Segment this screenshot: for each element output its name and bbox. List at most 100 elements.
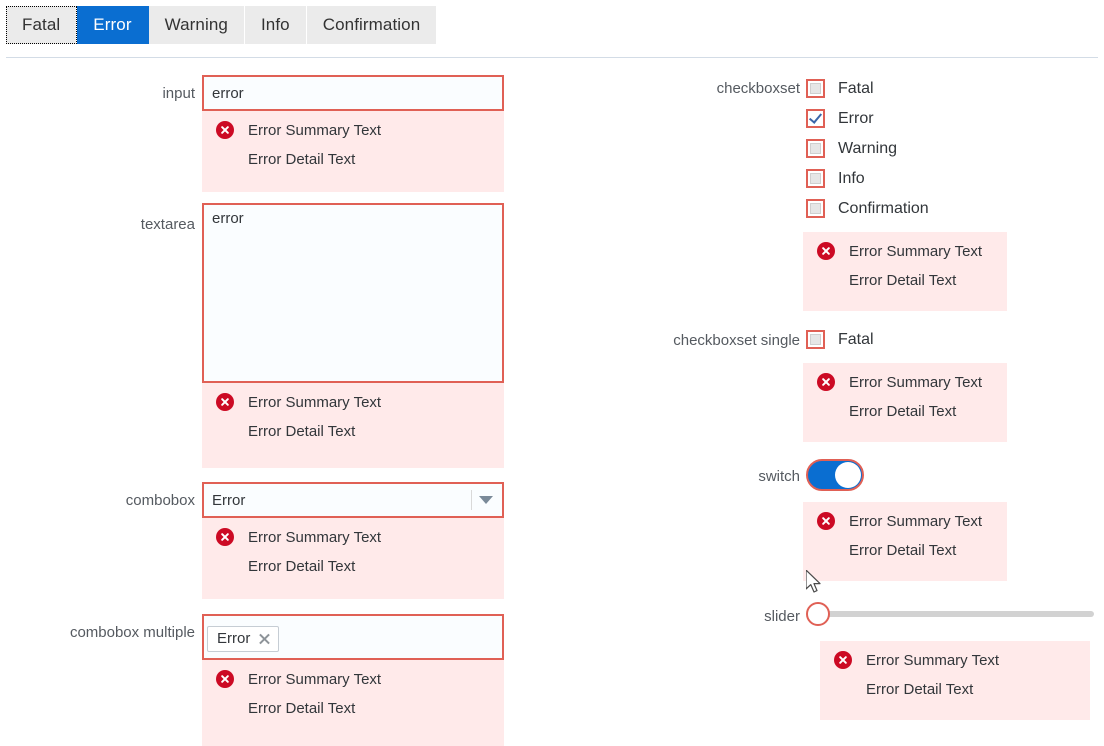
- error-summary-row: Error Summary Text: [803, 242, 1007, 260]
- checkbox-icon[interactable]: [806, 79, 825, 98]
- error-summary-text: Error Summary Text: [248, 394, 381, 411]
- error-detail-row: Error Detail Text: [202, 423, 504, 440]
- input-label: input: [60, 85, 195, 102]
- checkbox-error[interactable]: Error: [806, 109, 874, 128]
- tab-warning-label: Warning: [165, 15, 228, 35]
- checkbox-icon[interactable]: [806, 139, 825, 158]
- error-circle-icon: [834, 651, 852, 669]
- error-circle-icon: [216, 528, 234, 546]
- error-summary-text: Error Summary Text: [248, 122, 381, 139]
- tab-confirmation-label: Confirmation: [323, 15, 421, 35]
- tab-error-label: Error: [93, 15, 131, 35]
- checkbox-icon[interactable]: [806, 109, 825, 128]
- tab-bar: Fatal Error Warning Info Confirmation: [6, 6, 436, 44]
- combobox-separator: [471, 490, 472, 510]
- checkbox-warning[interactable]: Warning: [806, 139, 897, 158]
- error-summary-row: Error Summary Text: [202, 670, 504, 688]
- checkboxset-error-message: Error Summary Text Error Detail Text: [803, 232, 1007, 311]
- combobox-multiple-error-message: Error Summary Text Error Detail Text: [202, 660, 504, 746]
- error-detail-text: Error Detail Text: [248, 423, 355, 440]
- error-summary-row: Error Summary Text: [803, 512, 1007, 530]
- tab-fatal[interactable]: Fatal: [6, 6, 77, 44]
- switch-error-message: Error Summary Text Error Detail Text: [803, 502, 1007, 581]
- error-detail-row: Error Detail Text: [202, 151, 504, 168]
- tab-error[interactable]: Error: [77, 6, 148, 44]
- error-detail-text: Error Detail Text: [248, 558, 355, 575]
- error-detail-text: Error Detail Text: [248, 700, 355, 717]
- textarea-label: textarea: [60, 216, 195, 233]
- checkbox-label: Info: [838, 170, 865, 188]
- error-detail-text: Error Detail Text: [849, 542, 956, 559]
- checkbox-fatal[interactable]: Fatal: [806, 79, 874, 98]
- tab-fatal-label: Fatal: [22, 15, 60, 35]
- checkbox-confirmation[interactable]: Confirmation: [806, 199, 929, 218]
- error-circle-icon: [216, 670, 234, 688]
- slider-error-message: Error Summary Text Error Detail Text: [820, 641, 1090, 720]
- checkbox-icon[interactable]: [806, 169, 825, 188]
- checkbox-label: Fatal: [838, 80, 874, 98]
- switch-label: switch: [620, 468, 800, 485]
- error-detail-row: Error Detail Text: [820, 681, 1090, 698]
- combobox-error-message: Error Summary Text Error Detail Text: [202, 518, 504, 599]
- error-detail-text: Error Detail Text: [849, 403, 956, 420]
- checkbox-label: Fatal: [838, 331, 874, 349]
- error-circle-icon: [216, 121, 234, 139]
- switch-toggle[interactable]: [806, 459, 864, 491]
- error-summary-row: Error Summary Text: [820, 651, 1090, 669]
- error-summary-text: Error Summary Text: [248, 529, 381, 546]
- slider-handle[interactable]: [806, 602, 830, 626]
- checkboxset-single-error-message: Error Summary Text Error Detail Text: [803, 363, 1007, 442]
- checkbox-icon[interactable]: [806, 199, 825, 218]
- error-detail-text: Error Detail Text: [248, 151, 355, 168]
- combobox-multiple[interactable]: Error: [202, 614, 504, 660]
- token-error[interactable]: Error: [207, 626, 279, 652]
- textarea-field[interactable]: [202, 203, 504, 383]
- tab-info-label: Info: [261, 15, 290, 35]
- input-field[interactable]: [202, 75, 504, 111]
- tab-warning[interactable]: Warning: [149, 6, 245, 44]
- error-summary-row: Error Summary Text: [202, 393, 504, 411]
- error-circle-icon: [817, 373, 835, 391]
- checkbox-icon[interactable]: [806, 330, 825, 349]
- combobox-multiple-label: combobox multiple: [20, 624, 195, 641]
- combobox-label: combobox: [40, 492, 195, 509]
- tab-info[interactable]: Info: [245, 6, 307, 44]
- error-summary-text: Error Summary Text: [849, 513, 982, 530]
- error-detail-row: Error Detail Text: [803, 272, 1007, 289]
- checkboxset-single-label: checkboxset single: [560, 332, 800, 349]
- error-detail-row: Error Detail Text: [803, 542, 1007, 559]
- error-circle-icon: [817, 512, 835, 530]
- error-summary-text: Error Summary Text: [849, 374, 982, 391]
- checkbox-single-fatal[interactable]: Fatal: [806, 330, 874, 349]
- error-summary-row: Error Summary Text: [202, 121, 504, 139]
- checkbox-label: Warning: [838, 140, 897, 158]
- input-error-message: Error Summary Text Error Detail Text: [202, 111, 504, 192]
- combobox-value: Error: [212, 492, 245, 509]
- close-icon[interactable]: [258, 632, 271, 645]
- error-summary-row: Error Summary Text: [202, 528, 504, 546]
- error-summary-row: Error Summary Text: [803, 373, 1007, 391]
- error-detail-text: Error Detail Text: [866, 681, 973, 698]
- checkboxset-label: checkboxset: [600, 80, 800, 97]
- checkbox-label: Confirmation: [838, 200, 929, 218]
- error-detail-row: Error Detail Text: [202, 700, 504, 717]
- token-label: Error: [217, 630, 250, 647]
- tabbar-divider: [6, 57, 1098, 58]
- slider-track[interactable]: [818, 611, 1094, 617]
- error-summary-text: Error Summary Text: [248, 671, 381, 688]
- error-summary-text: Error Summary Text: [849, 243, 982, 260]
- switch-knob: [835, 462, 861, 488]
- chevron-down-icon[interactable]: [479, 496, 493, 504]
- tab-confirmation[interactable]: Confirmation: [307, 6, 437, 44]
- combobox[interactable]: Error: [202, 482, 504, 518]
- slider-label: slider: [640, 608, 800, 625]
- error-circle-icon: [216, 393, 234, 411]
- checkbox-info[interactable]: Info: [806, 169, 865, 188]
- error-summary-text: Error Summary Text: [866, 652, 999, 669]
- error-circle-icon: [817, 242, 835, 260]
- error-detail-row: Error Detail Text: [803, 403, 1007, 420]
- error-detail-row: Error Detail Text: [202, 558, 504, 575]
- error-detail-text: Error Detail Text: [849, 272, 956, 289]
- textarea-error-message: Error Summary Text Error Detail Text: [202, 383, 504, 468]
- checkbox-label: Error: [838, 110, 874, 128]
